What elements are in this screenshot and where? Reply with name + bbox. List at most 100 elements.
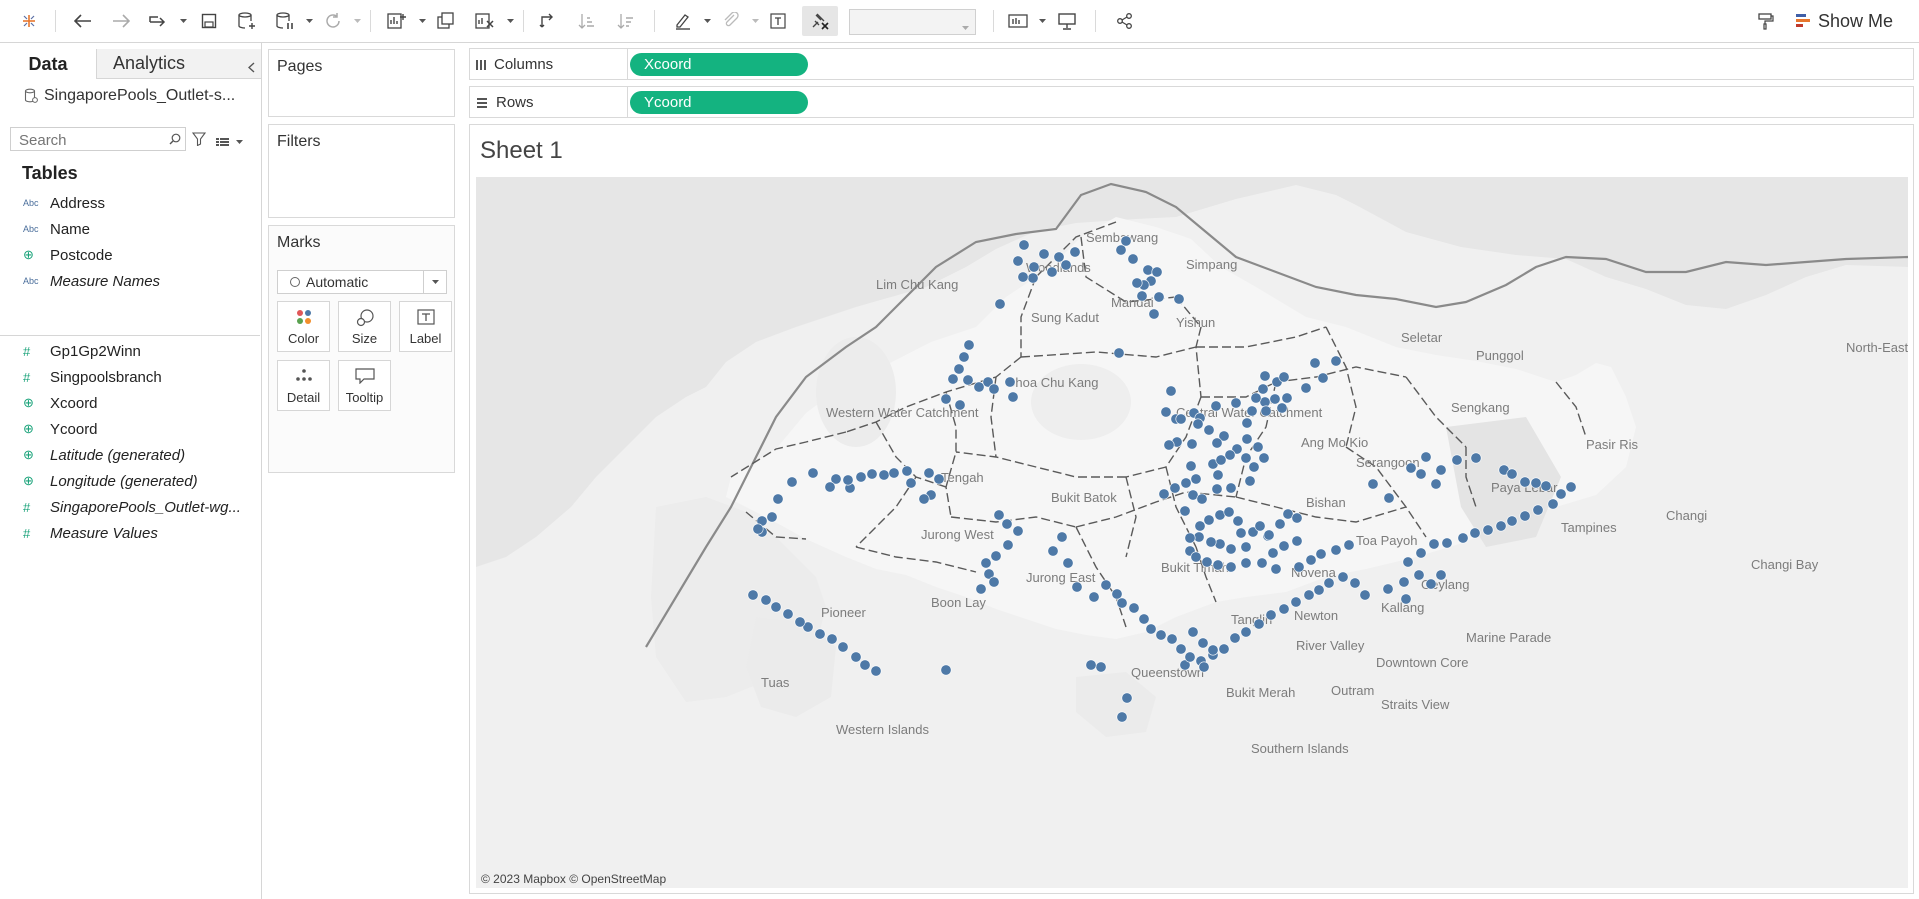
outlet-point[interactable]	[954, 399, 966, 411]
format-painter-icon[interactable]	[1750, 6, 1780, 36]
outlet-point[interactable]	[1451, 454, 1463, 466]
field-measure-names[interactable]: Abc Measure Names	[0, 269, 260, 293]
outlet-point[interactable]	[1211, 437, 1223, 449]
outlet-point[interactable]	[1115, 244, 1127, 256]
outlet-point[interactable]	[1198, 661, 1210, 673]
outlet-point[interactable]	[1337, 571, 1349, 583]
outlet-point[interactable]	[1323, 577, 1335, 589]
outlet-point[interactable]	[1241, 433, 1253, 445]
outlet-point[interactable]	[1382, 583, 1394, 595]
outlet-point[interactable]	[988, 576, 1000, 588]
outlet-point[interactable]	[1281, 392, 1293, 404]
outlet-point[interactable]	[940, 393, 952, 405]
sheet-title[interactable]: Sheet 1	[480, 137, 563, 165]
outlet-point[interactable]	[1413, 569, 1425, 581]
outlet-point[interactable]	[1441, 537, 1453, 549]
outlet-point[interactable]	[1495, 520, 1507, 532]
outlet-point[interactable]	[1359, 589, 1371, 601]
outlet-point[interactable]	[1435, 464, 1447, 476]
outlet-point[interactable]	[1138, 613, 1150, 625]
outlet-point[interactable]	[1315, 548, 1327, 560]
outlet-point[interactable]	[1415, 547, 1427, 559]
undo-icon[interactable]	[68, 6, 98, 36]
outlet-point[interactable]	[1246, 405, 1258, 417]
outlet-point[interactable]	[1194, 520, 1206, 532]
outlet-point[interactable]	[940, 664, 952, 676]
outlet-point[interactable]	[1120, 235, 1132, 247]
outlet-point[interactable]	[1017, 271, 1029, 283]
show-cards-icon[interactable]	[1003, 6, 1033, 36]
outlet-point[interactable]	[918, 493, 930, 505]
outlet-point[interactable]	[1278, 603, 1290, 615]
tooltip-button[interactable]: Tooltip	[338, 360, 391, 411]
outlet-point[interactable]	[1343, 539, 1355, 551]
sort-descending-icon[interactable]	[611, 6, 641, 36]
outlet-point[interactable]	[859, 659, 871, 671]
outlet-point[interactable]	[1121, 692, 1133, 704]
outlet-point[interactable]	[1145, 623, 1157, 635]
outlet-point[interactable]	[1309, 357, 1321, 369]
outlet-point[interactable]	[1197, 637, 1209, 649]
outlet-point[interactable]	[1240, 557, 1252, 569]
outlet-point[interactable]	[1230, 397, 1242, 409]
outlet-point[interactable]	[1260, 405, 1272, 417]
outlet-point[interactable]	[905, 477, 917, 489]
outlet-point[interactable]	[1250, 392, 1262, 404]
field-longitude-generated[interactable]: ⊕ Longitude (generated)	[0, 469, 260, 493]
chevron-down-icon[interactable]	[304, 15, 314, 27]
outlet-point[interactable]	[1240, 541, 1252, 553]
outlet-point[interactable]	[1506, 468, 1518, 480]
chevron-down-icon[interactable]	[417, 15, 427, 27]
tab-data[interactable]: Data	[0, 49, 96, 81]
outlet-point[interactable]	[1506, 515, 1518, 527]
detail-button[interactable]: Detail	[277, 360, 330, 411]
outlet-point[interactable]	[1131, 277, 1143, 289]
outlet-point[interactable]	[1258, 452, 1270, 464]
outlet-point[interactable]	[990, 550, 1002, 562]
outlet-point[interactable]	[850, 651, 862, 663]
outlet-point[interactable]	[782, 608, 794, 620]
datasource-item[interactable]: SingaporePools_Outlet-s...	[24, 87, 254, 105]
outlet-point[interactable]	[1293, 561, 1305, 573]
field-outlet-count[interactable]: # SingaporePools_Outlet-wg...	[0, 495, 260, 519]
outlet-point[interactable]	[866, 468, 878, 480]
outlet-point[interactable]	[1027, 272, 1039, 284]
outlet-point[interactable]	[1330, 355, 1342, 367]
outlet-point[interactable]	[1303, 589, 1315, 601]
group-members-icon[interactable]	[716, 6, 746, 36]
outlet-point[interactable]	[1420, 451, 1432, 463]
outlet-point[interactable]	[1190, 473, 1202, 485]
outlet-point[interactable]	[1225, 543, 1237, 555]
outlet-point[interactable]	[1179, 505, 1191, 517]
outlet-point[interactable]	[1012, 255, 1024, 267]
new-worksheet-icon[interactable]	[382, 6, 412, 36]
outlet-point[interactable]	[1532, 504, 1544, 516]
fit-dropdown[interactable]	[849, 9, 976, 35]
columns-shelf[interactable]: Columns Xcoord	[469, 48, 1914, 80]
pages-card[interactable]: Pages	[268, 49, 455, 117]
outlet-point[interactable]	[1555, 488, 1567, 500]
outlet-point[interactable]	[1274, 518, 1286, 530]
outlet-point[interactable]	[1400, 593, 1412, 605]
collapse-pane-icon[interactable]	[247, 57, 255, 78]
outlet-point[interactable]	[963, 339, 975, 351]
chevron-down-icon[interactable]	[702, 15, 712, 27]
sort-ascending-icon[interactable]	[572, 6, 602, 36]
outlet-point[interactable]	[1565, 481, 1577, 493]
outlet-point[interactable]	[1012, 525, 1024, 537]
outlet-point[interactable]	[1205, 536, 1217, 548]
outlet-point[interactable]	[1263, 529, 1275, 541]
outlet-point[interactable]	[1169, 482, 1181, 494]
outlet-point[interactable]	[1007, 391, 1019, 403]
outlet-point[interactable]	[988, 383, 1000, 395]
outlet-point[interactable]	[980, 557, 992, 569]
search-input[interactable]	[17, 129, 171, 151]
outlet-point[interactable]	[1270, 563, 1282, 575]
outlet-point[interactable]	[1313, 584, 1325, 596]
outlet-point[interactable]	[1151, 266, 1163, 278]
field-singpoolsbranch[interactable]: # Singpoolsbranch	[0, 365, 260, 389]
outlet-point[interactable]	[1291, 512, 1303, 524]
outlet-point[interactable]	[1428, 538, 1440, 550]
outlet-point[interactable]	[1056, 531, 1068, 543]
field-name[interactable]: Abc Name	[0, 217, 260, 241]
